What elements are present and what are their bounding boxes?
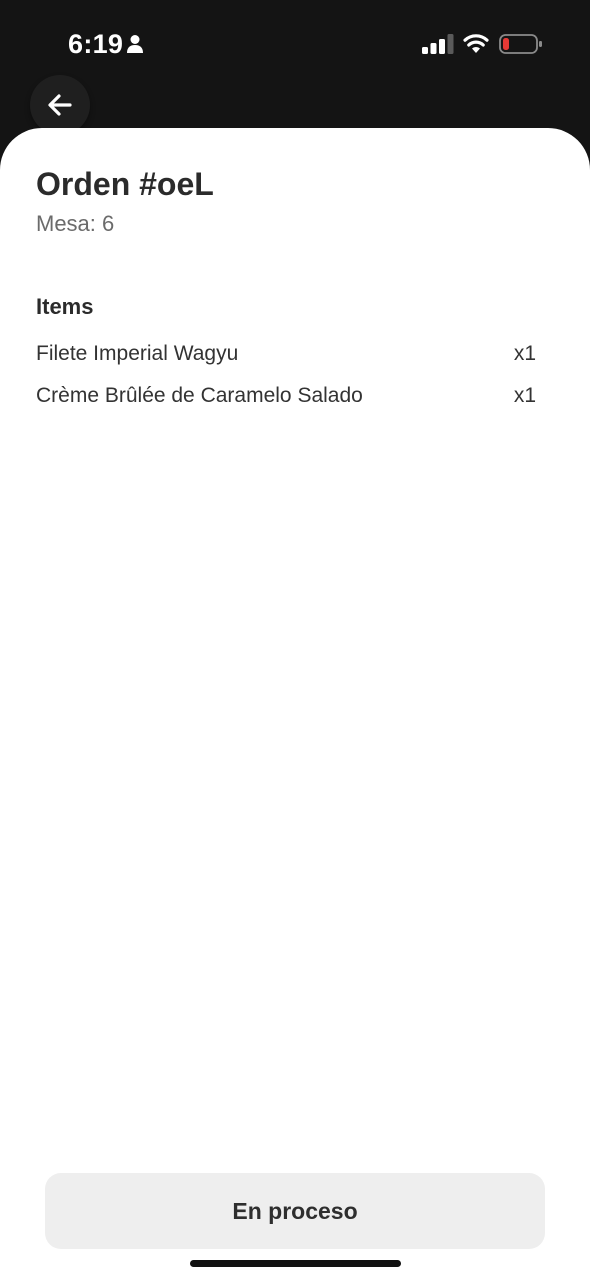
wifi-icon bbox=[463, 34, 489, 53]
items-heading: Items bbox=[36, 294, 94, 319]
home-indicator[interactable] bbox=[190, 1260, 401, 1267]
item-name: Filete Imperial Wagyu bbox=[36, 342, 239, 365]
list-item: Crème Brûlée de Caramelo Salado x1 bbox=[36, 381, 536, 411]
order-title: Orden #oeL bbox=[36, 166, 214, 202]
item-name: Crème Brûlée de Caramelo Salado bbox=[36, 384, 363, 407]
order-status-button[interactable]: En proceso bbox=[45, 1173, 545, 1249]
status-bar: 6:19 bbox=[0, 0, 590, 90]
order-sheet: Orden #oeL Mesa: 6 Items Filete Imperial… bbox=[0, 128, 590, 1280]
cellular-signal-icon bbox=[422, 34, 454, 54]
item-quantity: x1 bbox=[513, 342, 536, 365]
status-time: 6:19 bbox=[68, 29, 124, 59]
table-number: Mesa: 6 bbox=[36, 211, 115, 236]
back-button[interactable] bbox=[30, 75, 90, 135]
battery-low-icon bbox=[499, 34, 542, 54]
arrow-left-icon bbox=[48, 94, 72, 116]
order-detail-screen: 6:19 Orden #oeL Mesa: 6 Items Filete Imp… bbox=[0, 0, 590, 1280]
list-item: Filete Imperial Wagyu x1 bbox=[36, 339, 536, 369]
person-icon bbox=[127, 35, 143, 53]
item-quantity: x1 bbox=[513, 384, 536, 407]
